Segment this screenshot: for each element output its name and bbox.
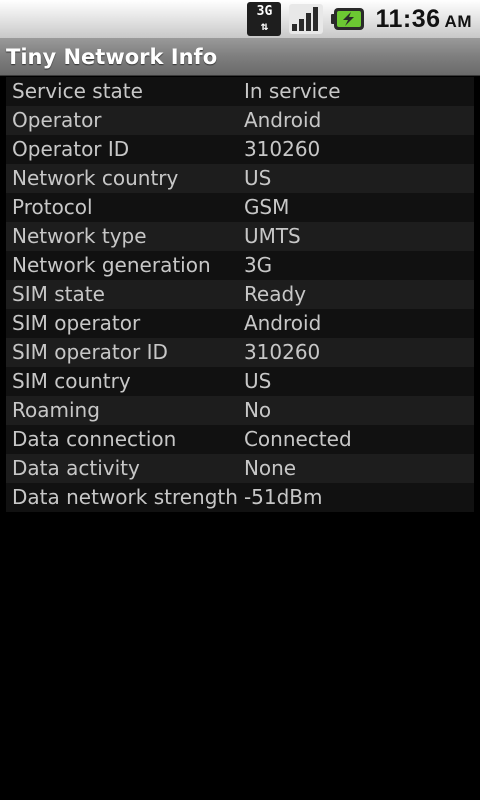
row-label: SIM country bbox=[6, 367, 238, 396]
row-value: Ready bbox=[237, 280, 474, 309]
row-label: Roaming bbox=[6, 396, 238, 425]
row-value: Android bbox=[237, 106, 474, 135]
network-type-icon: 3G ⇅ bbox=[247, 2, 282, 36]
row-label: SIM operator bbox=[6, 309, 238, 338]
table-row: Network generation 3G bbox=[6, 251, 474, 280]
table-row: Operator ID 310260 bbox=[6, 135, 474, 164]
row-label: Operator ID bbox=[6, 135, 238, 164]
signal-strength-icon bbox=[289, 4, 324, 34]
clock-time: 11:36 bbox=[375, 4, 441, 33]
row-label: SIM operator ID bbox=[6, 338, 238, 367]
network-info-rows: Service state In service Operator Android Op… bbox=[6, 77, 474, 512]
app-title: Tiny Network Info bbox=[6, 44, 218, 69]
row-label: Data connection bbox=[6, 425, 238, 454]
row-label: Service state bbox=[6, 77, 238, 106]
row-label: Protocol bbox=[6, 193, 238, 222]
row-value: 3G bbox=[237, 251, 474, 280]
table-row: Network type UMTS bbox=[6, 222, 474, 251]
table-row: Roaming No bbox=[6, 396, 474, 425]
data-arrows-icon: ⇅ bbox=[260, 19, 269, 33]
table-row: Data connection Connected bbox=[6, 425, 474, 454]
table-row: Data network strength -51dBm bbox=[6, 483, 474, 512]
row-label: Data network strength bbox=[6, 483, 238, 512]
status-bar: 3G ⇅ 11:36 AM bbox=[0, 0, 480, 38]
row-value: In service bbox=[237, 77, 474, 106]
table-row: SIM operator Android bbox=[6, 309, 474, 338]
row-label: Data activity bbox=[6, 454, 238, 483]
network-info-table: Service state In service Operator Android Op… bbox=[6, 77, 474, 512]
row-label: Network country bbox=[6, 164, 238, 193]
row-label: Network generation bbox=[6, 251, 238, 280]
clock: 11:36 AM bbox=[375, 5, 472, 34]
table-row: Data activity None bbox=[6, 454, 474, 483]
row-label: SIM state bbox=[6, 280, 238, 309]
table-row: SIM state Ready bbox=[6, 280, 474, 309]
app-title-bar: Tiny Network Info bbox=[0, 38, 480, 76]
row-value: US bbox=[237, 367, 474, 396]
row-label: Network type bbox=[6, 222, 238, 251]
row-value: None bbox=[237, 454, 474, 483]
table-row: SIM country US bbox=[6, 367, 474, 396]
row-value: 310260 bbox=[237, 135, 474, 164]
clock-ampm: AM bbox=[444, 11, 472, 31]
table-row: Service state In service bbox=[6, 77, 474, 106]
table-row: Operator Android bbox=[6, 106, 474, 135]
table-row: Network country US bbox=[6, 164, 474, 193]
row-value: 310260 bbox=[237, 338, 474, 367]
table-row: Protocol GSM bbox=[6, 193, 474, 222]
battery-charging-icon bbox=[331, 7, 365, 31]
row-label: Operator bbox=[6, 106, 238, 135]
row-value: -51dBm bbox=[237, 483, 474, 512]
row-value: No bbox=[237, 396, 474, 425]
row-value: Android bbox=[237, 309, 474, 338]
network-type-label: 3G bbox=[256, 4, 273, 19]
row-value: GSM bbox=[237, 193, 474, 222]
row-value: Connected bbox=[237, 425, 474, 454]
row-value: UMTS bbox=[237, 222, 474, 251]
row-value: US bbox=[237, 164, 474, 193]
table-row: SIM operator ID 310260 bbox=[6, 338, 474, 367]
